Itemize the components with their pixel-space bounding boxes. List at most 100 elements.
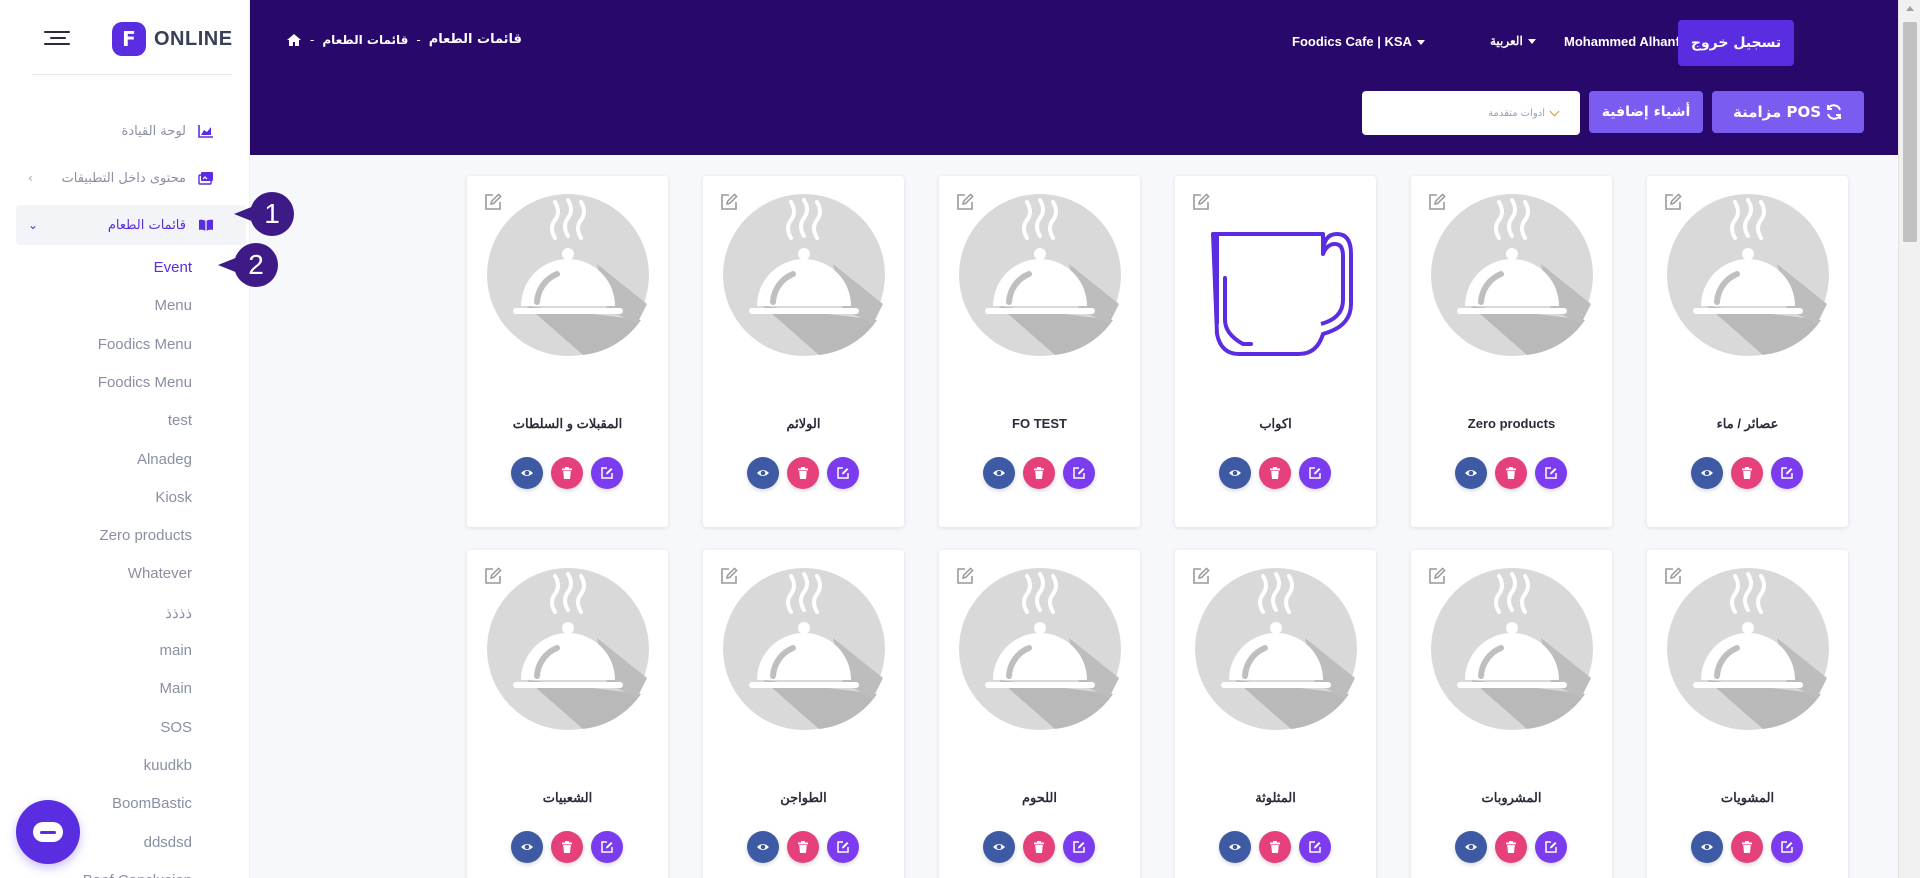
- sidebar-menu-3[interactable]: Foodics Menu: [98, 374, 192, 391]
- edit-button[interactable]: [1535, 457, 1567, 489]
- delete-button[interactable]: [1259, 831, 1291, 863]
- view-button[interactable]: [747, 831, 779, 863]
- menu-title: الشعبيات: [542, 790, 593, 805]
- breadcrumb-section[interactable]: قائمات الطعام: [322, 33, 408, 47]
- sidebar-menu-7[interactable]: Zero products: [99, 527, 192, 544]
- view-button[interactable]: [1455, 831, 1487, 863]
- edit-button[interactable]: [827, 457, 859, 489]
- menu-title: الولائم: [786, 416, 821, 431]
- menu-title: المثلوثة: [1255, 790, 1296, 805]
- pos-sync-button[interactable]: مزامنة POS: [1712, 91, 1864, 133]
- sidebar-menu-0[interactable]: Event: [154, 259, 192, 276]
- advanced-tools-dropdown[interactable]: ادوات متقدمة: [1362, 91, 1580, 135]
- delete-button[interactable]: [1731, 457, 1763, 489]
- edit-button[interactable]: [591, 457, 623, 489]
- trash-icon: [1270, 467, 1280, 479]
- delete-button[interactable]: [551, 457, 583, 489]
- delete-button[interactable]: [1023, 457, 1055, 489]
- edit-button[interactable]: [1063, 831, 1095, 863]
- menu-card-7: المشروبات: [1411, 550, 1612, 878]
- edit-icon: [1309, 841, 1321, 853]
- view-button[interactable]: [1219, 457, 1251, 489]
- sidebar-menu-8[interactable]: Whatever: [128, 565, 192, 582]
- logout-button[interactable]: تسجيل خروج: [1678, 20, 1794, 66]
- extras-button[interactable]: أشياء إضافية: [1589, 91, 1703, 133]
- breadcrumb-current: قائمات الطعام: [428, 32, 522, 47]
- trash-icon: [1742, 841, 1752, 853]
- menu-title: المقبلات و السلطات: [512, 416, 623, 431]
- sidebar-menu-14[interactable]: BoomBastic: [112, 795, 192, 812]
- page-scrollbar[interactable]: [1898, 0, 1920, 878]
- edit-button[interactable]: [1771, 831, 1803, 863]
- language-selector[interactable]: العربية: [1490, 34, 1536, 48]
- edit-icon: [1781, 841, 1793, 853]
- sidebar-menu-5[interactable]: Alnadeg: [137, 451, 192, 468]
- view-button[interactable]: [983, 457, 1015, 489]
- delete-button[interactable]: [1495, 831, 1527, 863]
- view-button[interactable]: [1691, 831, 1723, 863]
- branch-selector[interactable]: Foodics Cafe | KSA: [1292, 34, 1425, 49]
- card-actions: [511, 831, 623, 863]
- card-actions: [1691, 457, 1803, 489]
- sidebar-menu-11[interactable]: Main: [159, 680, 192, 697]
- view-button[interactable]: [747, 457, 779, 489]
- view-button[interactable]: [1691, 457, 1723, 489]
- sidebar-menu-2[interactable]: Foodics Menu: [98, 336, 192, 353]
- logo[interactable]: F ONLINE: [112, 22, 233, 56]
- sidebar-menu-1[interactable]: Menu: [154, 297, 192, 314]
- view-button[interactable]: [1455, 457, 1487, 489]
- edit-button[interactable]: [591, 831, 623, 863]
- view-button[interactable]: [511, 831, 543, 863]
- advanced-tools-placeholder: ادوات متقدمة: [1488, 107, 1545, 119]
- trash-icon: [798, 467, 808, 479]
- delete-button[interactable]: [1259, 457, 1291, 489]
- view-button[interactable]: [1219, 831, 1251, 863]
- scroll-up-arrow-icon[interactable]: [1906, 6, 1914, 11]
- trash-icon: [1506, 467, 1516, 479]
- sidebar-item-dashboard[interactable]: لوحة القيادة: [16, 111, 246, 151]
- sidebar-menu-12[interactable]: SOS: [160, 719, 192, 736]
- sidebar-menu-13[interactable]: kuudkb: [144, 757, 192, 774]
- eye-icon: [521, 470, 533, 476]
- menu-title: المشروبات: [1481, 790, 1542, 805]
- delete-button[interactable]: [787, 831, 819, 863]
- edit-button[interactable]: [1535, 831, 1567, 863]
- edit-button[interactable]: [827, 831, 859, 863]
- hamburger-menu-icon[interactable]: [44, 29, 70, 47]
- view-button[interactable]: [511, 457, 543, 489]
- food-cover-icon: [1667, 194, 1829, 356]
- delete-button[interactable]: [1731, 831, 1763, 863]
- delete-button[interactable]: [1023, 831, 1055, 863]
- sidebar-item-menus[interactable]: ⌄ قائمات الطعام: [16, 205, 246, 245]
- sidebar-menu-9[interactable]: ذذذذ: [165, 604, 192, 622]
- annotation-callout-2: 2: [218, 243, 278, 287]
- trash-icon: [562, 841, 572, 853]
- sidebar-item-label: لوحة القيادة: [121, 123, 186, 139]
- delete-button[interactable]: [1495, 457, 1527, 489]
- home-icon[interactable]: [286, 33, 302, 47]
- sidebar-menu-16[interactable]: Beef Conclusion: [83, 872, 192, 878]
- view-button[interactable]: [983, 831, 1015, 863]
- edit-icon: [601, 841, 613, 853]
- sidebar-menu-6[interactable]: Kiosk: [155, 489, 192, 506]
- trash-icon: [1506, 841, 1516, 853]
- sidebar-menu-4[interactable]: test: [168, 412, 192, 429]
- menu-card-8: المثلوثة: [1175, 550, 1376, 878]
- menu-card-1: Zero products: [1411, 176, 1612, 527]
- sidebar-menu-15[interactable]: ddsdsd: [144, 834, 192, 851]
- trash-icon: [798, 841, 808, 853]
- edit-button[interactable]: [1299, 457, 1331, 489]
- edit-button[interactable]: [1771, 457, 1803, 489]
- sidebar-item-app-content[interactable]: ‹ محتوى داخل التطبيقات: [16, 158, 246, 198]
- delete-button[interactable]: [787, 457, 819, 489]
- edit-button[interactable]: [1063, 457, 1095, 489]
- delete-button[interactable]: [551, 831, 583, 863]
- scrollbar-thumb[interactable]: [1903, 22, 1917, 242]
- menu-title: المشويات: [1720, 790, 1775, 805]
- chat-support-button[interactable]: [16, 800, 80, 864]
- mug-icon: [1195, 194, 1357, 356]
- edit-button[interactable]: [1299, 831, 1331, 863]
- food-cover-icon: [1431, 194, 1593, 356]
- sidebar-menu-10[interactable]: main: [159, 642, 192, 659]
- language-label: العربية: [1490, 34, 1523, 48]
